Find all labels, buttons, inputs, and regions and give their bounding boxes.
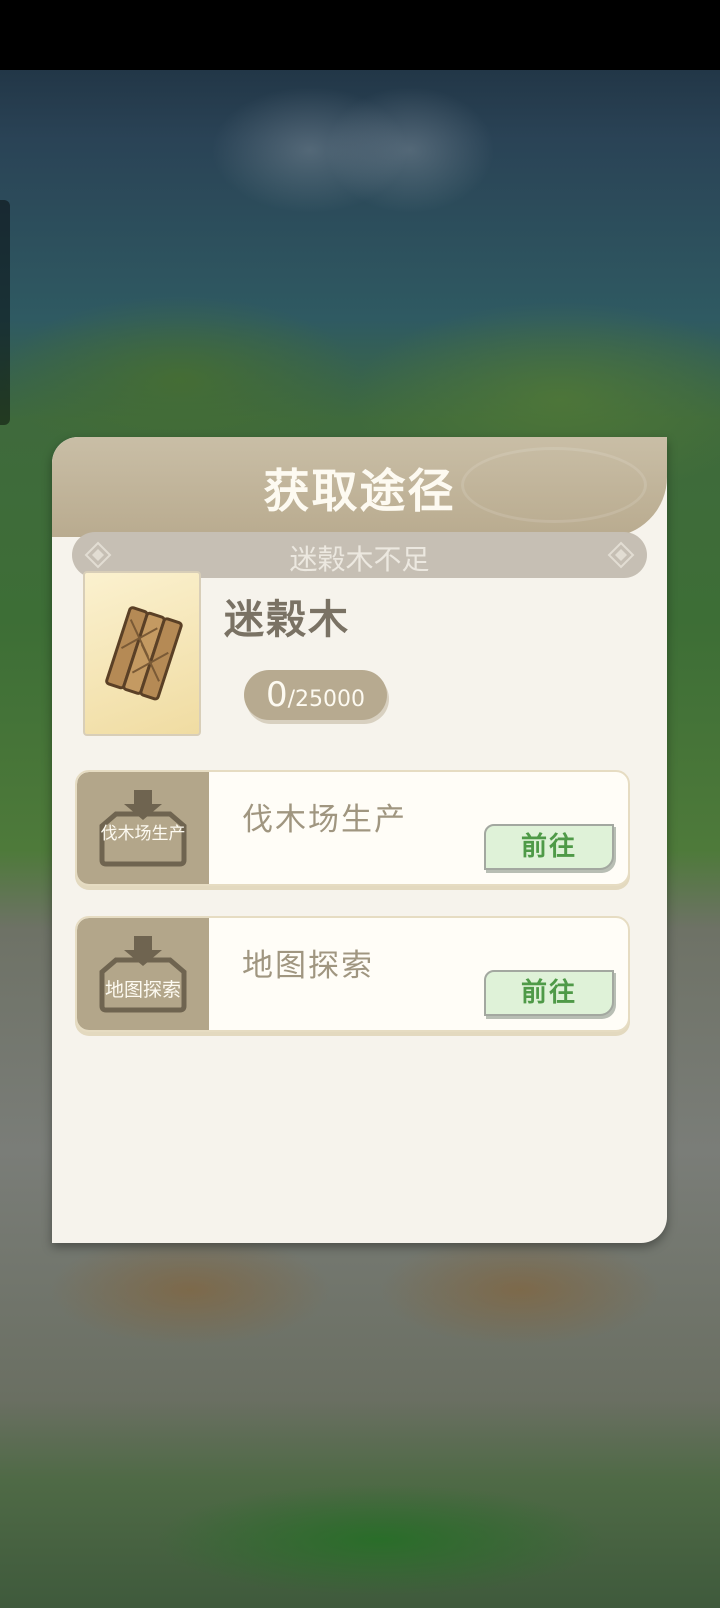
item-count-current: 0 (265, 675, 288, 715)
source-icon-label: 地图探索 (104, 979, 181, 1001)
go-button[interactable]: 前往 (484, 824, 614, 870)
item-count-required: /25000 (287, 687, 366, 712)
go-button[interactable]: 前往 (484, 970, 614, 1016)
item-name: 迷榖木 (224, 597, 350, 643)
popup-header: 获取途径 (52, 437, 667, 537)
side-drawer-tab[interactable] (0, 200, 10, 425)
source-icon-box: 地图探索 (77, 918, 209, 1030)
status-bar (0, 0, 720, 70)
source-icon-box: 伐木场生产 (77, 772, 209, 884)
source-name: 地图探索 (242, 948, 374, 984)
source-name: 伐木场生产 (242, 802, 407, 838)
popup-title: 获取途径 (263, 464, 456, 518)
source-row-map-explore: 地图探索 地图探索 前往 (75, 916, 630, 1032)
item-count-badge: 0/25000 (244, 670, 387, 720)
item-card (83, 571, 201, 736)
source-icon-label: 伐木场生产 (100, 824, 186, 844)
source-row-lumber-mill: 伐木场生产 伐木场生产 前往 (75, 770, 630, 886)
wood-plank-icon (105, 606, 183, 701)
ornament-icon (607, 541, 635, 569)
inbox-icon (99, 936, 187, 1013)
acquisition-popup: 获取途径 迷榖木不足 迷榖木 0/25000 伐木场生产 伐木场生产 前往 地图… (52, 437, 667, 1243)
